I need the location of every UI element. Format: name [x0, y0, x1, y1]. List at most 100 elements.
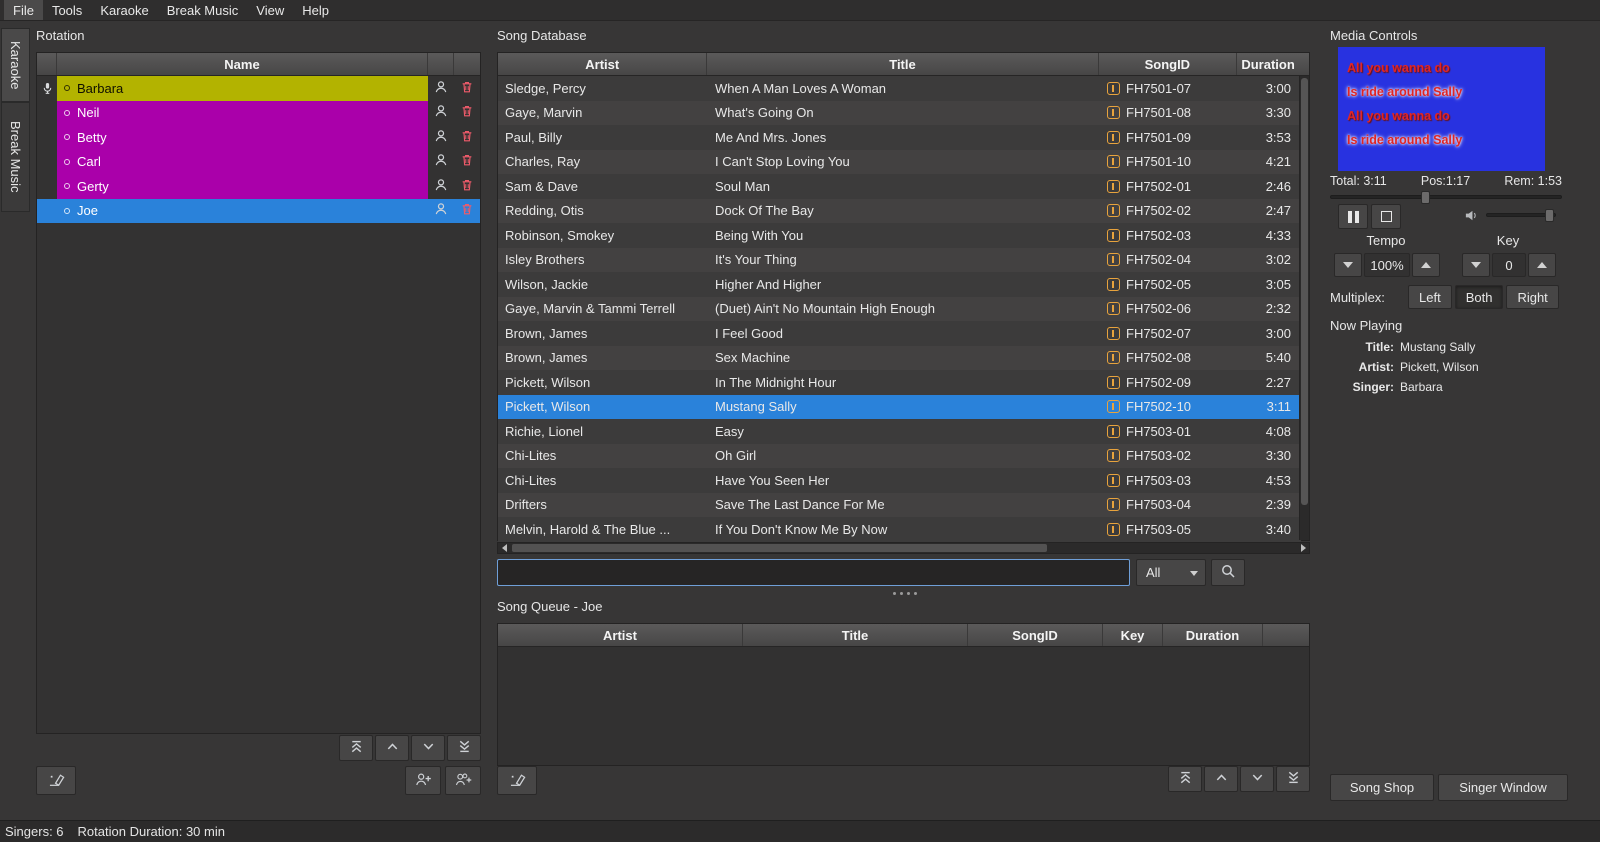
hscrollbar-handle[interactable] — [512, 544, 1047, 552]
rotation-singer-row[interactable]: Betty — [37, 125, 480, 150]
queue-header-title[interactable]: Title — [743, 624, 968, 646]
position-slider-handle[interactable] — [1421, 191, 1430, 204]
clear-queue-button[interactable] — [497, 766, 537, 795]
pause-button[interactable] — [1338, 204, 1368, 229]
queue-table-header: Artist Title SongID Key Duration — [498, 624, 1309, 647]
add-regular-singer-button[interactable] — [445, 766, 481, 795]
singer-window-button[interactable]: Singer Window — [1438, 774, 1568, 801]
song-row[interactable]: Sledge, PercyWhen A Man Loves A WomanFH7… — [498, 76, 1301, 101]
menu-file[interactable]: File — [4, 0, 43, 20]
volume-slider-handle[interactable] — [1545, 209, 1554, 222]
song-row[interactable]: Gaye, Marvin & Tammi Terrell(Duet) Ain't… — [498, 297, 1301, 322]
singer-name[interactable]: Betty — [57, 125, 428, 150]
singer-profile-button[interactable] — [428, 76, 454, 101]
move-to-top-button[interactable] — [1168, 766, 1202, 792]
menu-help[interactable]: Help — [293, 0, 338, 20]
rotation-singer-row[interactable]: Gerty — [37, 174, 480, 199]
vscrollbar-handle[interactable] — [1301, 78, 1308, 505]
singer-delete-button[interactable] — [454, 76, 480, 101]
volume-slider[interactable] — [1486, 208, 1556, 222]
header-artist[interactable]: Artist — [498, 53, 707, 75]
song-row[interactable]: Charles, RayI Can't Stop Loving YouFH750… — [498, 150, 1301, 175]
song-row[interactable]: Melvin, Harold & The Blue ...If You Don'… — [498, 517, 1301, 542]
singer-profile-button[interactable] — [428, 174, 454, 199]
song-row[interactable]: Redding, OtisDock Of The BayFH7502-022:4… — [498, 199, 1301, 224]
singer-delete-button[interactable] — [454, 101, 480, 126]
song-row[interactable]: Paul, BillyMe And Mrs. JonesFH7501-093:5… — [498, 125, 1301, 150]
tab-break-music[interactable]: Break Music — [1, 102, 30, 212]
move-to-bottom-button[interactable] — [447, 735, 481, 761]
hscroll-left-arrow[interactable] — [498, 543, 510, 553]
singer-delete-button[interactable] — [454, 199, 480, 224]
key-down-button[interactable] — [1462, 253, 1490, 277]
queue-header-songid[interactable]: SongID — [968, 624, 1103, 646]
singer-delete-button[interactable] — [454, 174, 480, 199]
header-songid[interactable]: SongID — [1099, 53, 1238, 75]
search-input[interactable] — [497, 559, 1130, 586]
song-row[interactable]: Wilson, JackieHigher And HigherFH7502-05… — [498, 272, 1301, 297]
song-row[interactable]: Pickett, WilsonIn The Midnight HourFH750… — [498, 370, 1301, 395]
header-duration[interactable]: Duration — [1237, 53, 1299, 75]
header-title[interactable]: Title — [707, 53, 1098, 75]
song-table-vscrollbar[interactable] — [1299, 76, 1309, 540]
tempo-up-button[interactable] — [1412, 253, 1440, 277]
singer-profile-button[interactable] — [428, 199, 454, 224]
move-up-button[interactable] — [1204, 766, 1238, 792]
tempo-down-button[interactable] — [1334, 253, 1362, 277]
multiplex-both-button[interactable]: Both — [1455, 285, 1504, 309]
stop-button[interactable] — [1371, 204, 1401, 229]
rotation-singer-row[interactable]: Carl — [37, 150, 480, 175]
song-table-hscrollbar[interactable] — [497, 542, 1310, 554]
move-down-button[interactable] — [1240, 766, 1274, 792]
queue-header-duration[interactable]: Duration — [1163, 624, 1263, 646]
singer-name[interactable]: Gerty — [57, 174, 428, 199]
song-row[interactable]: Pickett, WilsonMustang SallyFH7502-103:1… — [498, 395, 1301, 420]
multiplex-left-button[interactable]: Left — [1408, 285, 1452, 309]
move-up-button[interactable] — [375, 735, 409, 761]
singer-profile-button[interactable] — [428, 101, 454, 126]
song-row[interactable]: Chi-LitesHave You Seen HerFH7503-034:53 — [498, 468, 1301, 493]
position-slider[interactable] — [1330, 190, 1562, 204]
splitter-handle[interactable] — [893, 592, 917, 595]
add-singer-button[interactable] — [405, 766, 441, 795]
menu-view[interactable]: View — [247, 0, 293, 20]
song-shop-button[interactable]: Song Shop — [1330, 774, 1434, 801]
clear-rotation-button[interactable] — [36, 766, 76, 795]
singer-name[interactable]: Carl — [57, 150, 428, 175]
move-to-top-button[interactable] — [339, 735, 373, 761]
song-row[interactable]: Richie, LionelEasyFH7503-014:08 — [498, 419, 1301, 444]
song-row[interactable]: Brown, JamesSex MachineFH7502-085:40 — [498, 346, 1301, 371]
menu-break-music[interactable]: Break Music — [158, 0, 248, 20]
song-row[interactable]: Brown, JamesI Feel GoodFH7502-073:00 — [498, 321, 1301, 346]
song-row[interactable]: Robinson, SmokeyBeing With YouFH7502-034… — [498, 223, 1301, 248]
singer-profile-button[interactable] — [428, 150, 454, 175]
song-artist: Pickett, Wilson — [498, 375, 708, 390]
singer-delete-button[interactable] — [454, 125, 480, 150]
song-row[interactable]: Chi-LitesOh GirlFH7503-023:30 — [498, 444, 1301, 469]
song-row[interactable]: DriftersSave The Last Dance For MeFH7503… — [498, 493, 1301, 518]
tab-karaoke[interactable]: Karaoke — [1, 28, 30, 102]
move-down-button[interactable] — [411, 735, 445, 761]
multiplex-right-button[interactable]: Right — [1506, 285, 1558, 309]
rotation-singer-row[interactable]: Barbara — [37, 76, 480, 101]
singer-name[interactable]: Barbara — [57, 76, 428, 101]
song-row[interactable]: Sam & DaveSoul ManFH7502-012:46 — [498, 174, 1301, 199]
queue-header-key[interactable]: Key — [1103, 624, 1163, 646]
queue-header-artist[interactable]: Artist — [498, 624, 743, 646]
singer-profile-button[interactable] — [428, 125, 454, 150]
rotation-name-column-header[interactable]: Name — [57, 53, 428, 75]
song-row[interactable]: Isley BrothersIt's Your ThingFH7502-043:… — [498, 248, 1301, 273]
move-to-bottom-button[interactable] — [1276, 766, 1310, 792]
singer-name[interactable]: Neil — [57, 101, 428, 126]
singer-name[interactable]: Joe — [57, 199, 428, 224]
rotation-singer-row[interactable]: Neil — [37, 101, 480, 126]
key-up-button[interactable] — [1528, 253, 1556, 277]
search-filter-combo[interactable]: All — [1136, 559, 1206, 586]
hscroll-right-arrow[interactable] — [1297, 543, 1309, 553]
menu-tools[interactable]: Tools — [43, 0, 91, 20]
song-row[interactable]: Gaye, MarvinWhat's Going OnFH7501-083:30 — [498, 101, 1301, 126]
search-button[interactable] — [1211, 559, 1245, 586]
rotation-singer-row[interactable]: Joe — [37, 199, 480, 224]
menu-karaoke[interactable]: Karaoke — [91, 0, 157, 20]
singer-delete-button[interactable] — [454, 150, 480, 175]
